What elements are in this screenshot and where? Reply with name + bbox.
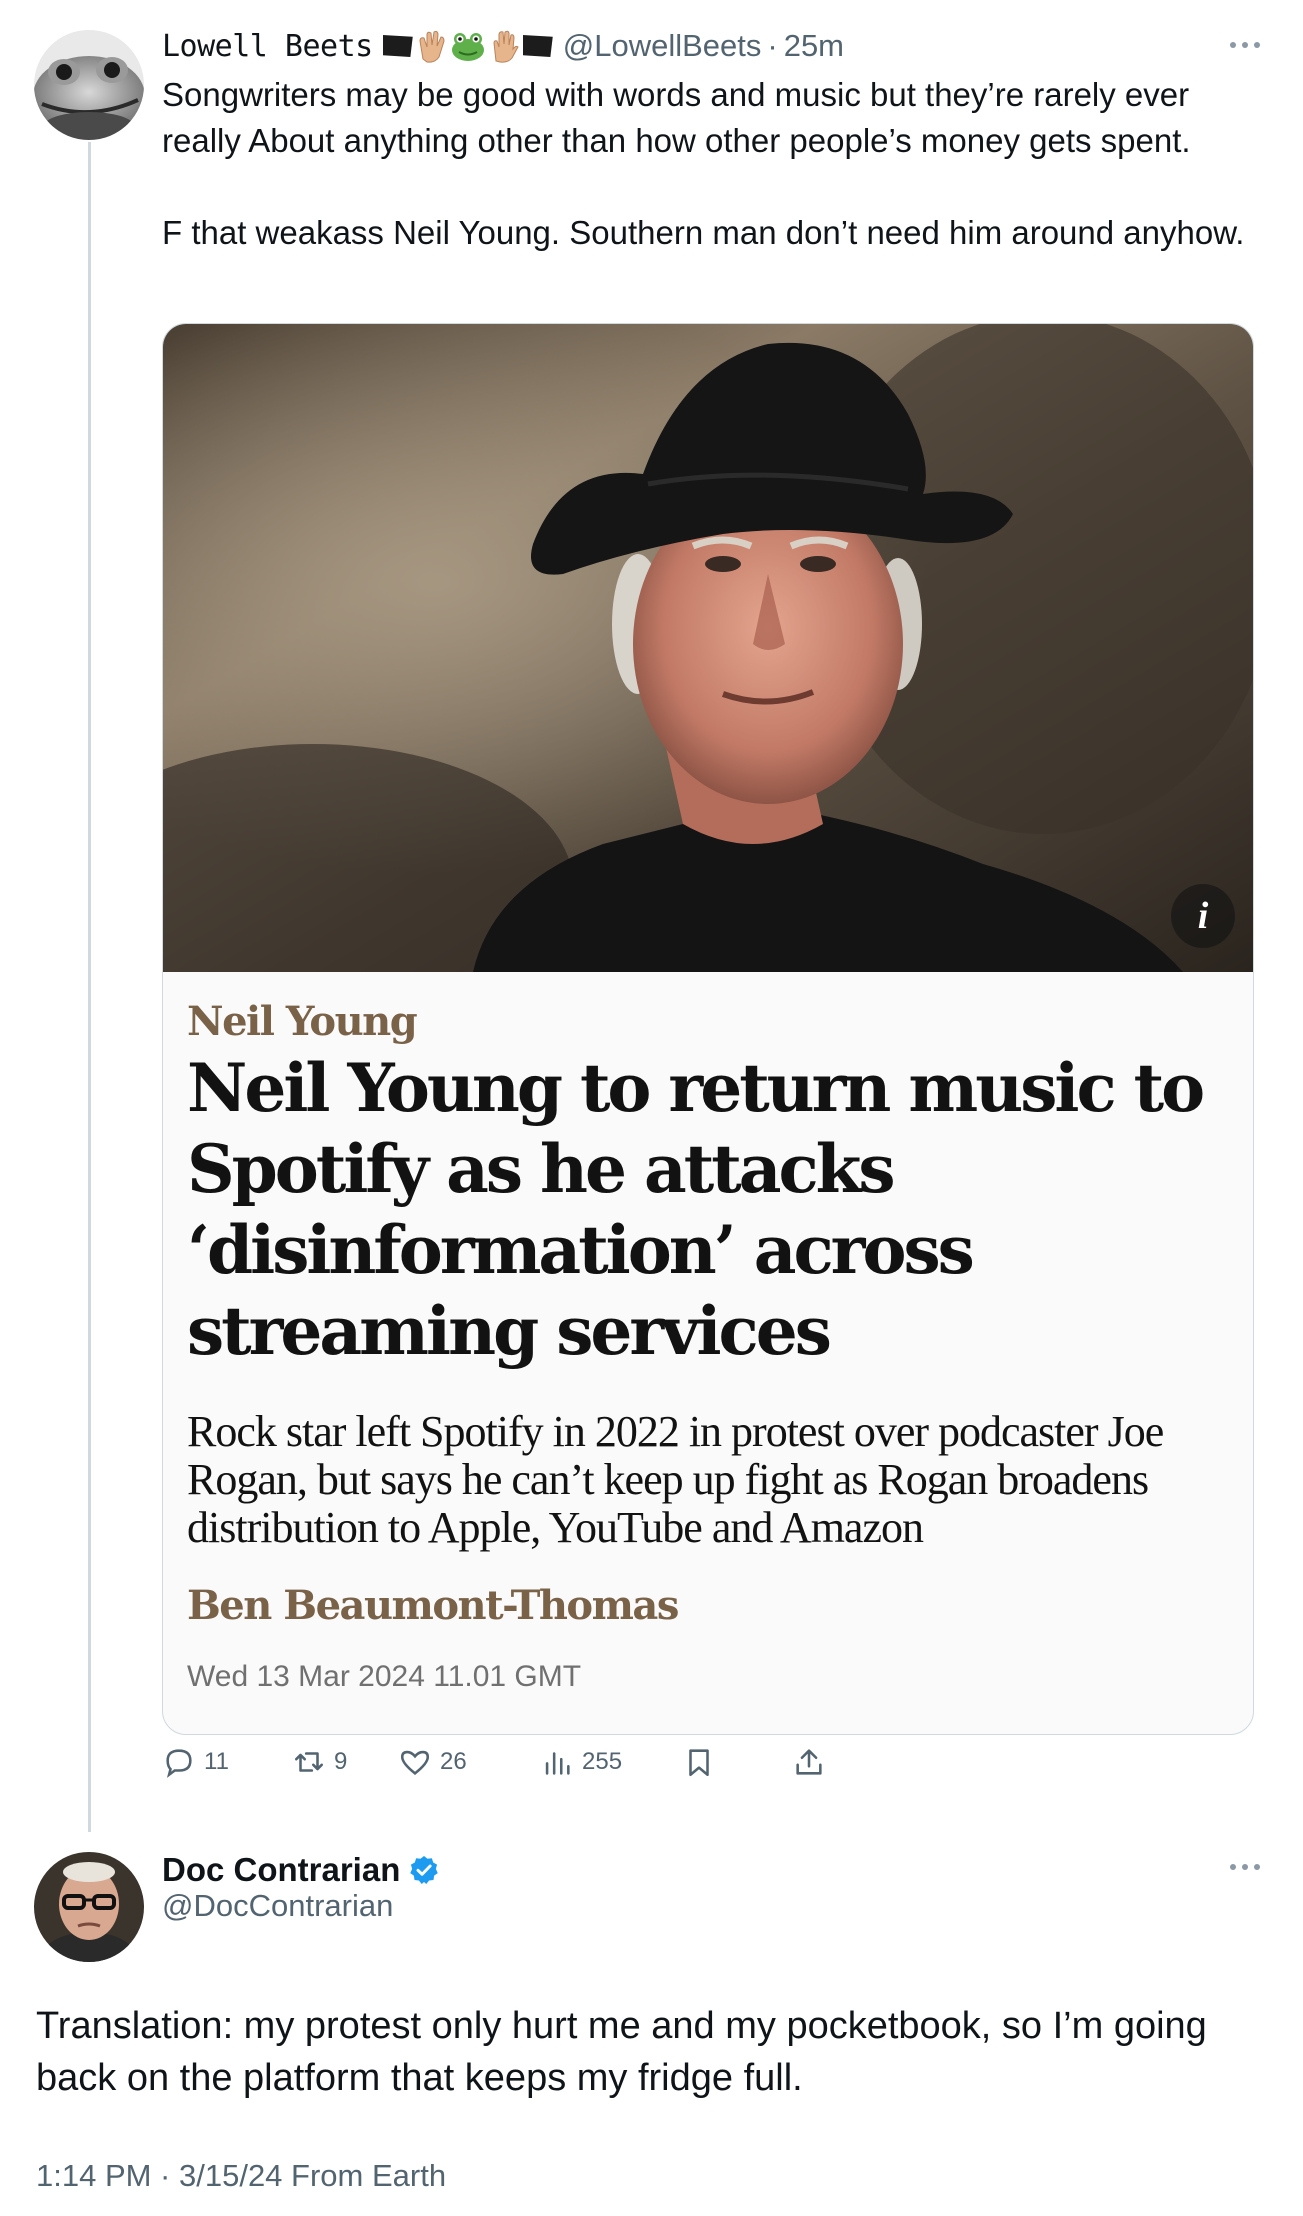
doc-contrarian-avatar[interactable] [34, 1852, 144, 1962]
like-button[interactable]: 26 [398, 1740, 467, 1784]
repost-icon [294, 1752, 324, 1772]
article-date: Wed 13 Mar 2024 11.01 GMT [187, 1660, 582, 1693]
frog-icon [451, 33, 484, 61]
lowell-beets-avatar[interactable] [34, 30, 144, 140]
verified-badge-icon [410, 1856, 439, 1884]
article-headline: Neil Young to return music to Spotify as… [187, 1049, 1205, 1370]
article-link-card[interactable]: i Neil Young Neil Young to return music … [162, 323, 1254, 1735]
thread-connector-line [88, 142, 91, 1832]
clapping-hands-icon [419, 30, 445, 63]
views-button[interactable]: 255 [540, 1740, 622, 1784]
views-chart-icon [545, 1752, 570, 1775]
article-kicker: Neil Young [187, 998, 418, 1045]
tweet2-display-name[interactable]: Doc Contrarian [162, 1851, 400, 1889]
bookmark-icon [689, 1749, 709, 1777]
share-icon [796, 1749, 822, 1775]
views-count: 255 [582, 1748, 623, 1775]
reply-icon [166, 1749, 192, 1778]
tweet1-header: Lowell Beets @LowellBeets · 25m [162, 24, 844, 68]
tweet1-handle[interactable]: @LowellBeets [563, 28, 762, 64]
tweet2-handle[interactable]: @DocContrarian [162, 1888, 393, 1924]
tweet1-timestamp[interactable]: 25m [784, 28, 844, 64]
repost-button[interactable]: 9 [292, 1740, 347, 1784]
tweet2-more-icon[interactable] [1230, 1864, 1260, 1872]
article-photo: i [163, 324, 1253, 972]
raised-hand-icon [493, 30, 519, 63]
tweet2-timestamp-source[interactable]: 1:14 PM · 3/15/24 From Earth [36, 2158, 446, 2194]
black-flag-icon [522, 35, 553, 57]
tweet2-text: Translation: my protest only hurt me and… [36, 2005, 1207, 2099]
article-standfirst: Rock star left Spotify in 2022 in protes… [187, 1407, 1164, 1552]
like-count: 26 [440, 1748, 467, 1775]
tweet1-more-icon[interactable] [1230, 42, 1260, 50]
repost-count: 9 [334, 1748, 348, 1775]
name-emoji-row [382, 29, 553, 63]
tweet1-text: Songwriters may be good with words and m… [162, 76, 1245, 251]
article-byline: Ben Beaumont-Thomas [187, 1582, 679, 1629]
tweet1-display-name[interactable]: Lowell Beets [162, 29, 373, 64]
tweet1-action-bar: 11 9 26 255 [162, 1740, 1162, 1784]
dot-separator: · [767, 28, 778, 63]
tweet2-name-row: Doc Contrarian [162, 1848, 440, 1892]
heart-icon [400, 1750, 430, 1775]
black-flag-icon [382, 35, 413, 57]
reply-count: 11 [204, 1748, 229, 1775]
image-info-icon[interactable]: i [1171, 884, 1235, 948]
bookmark-button[interactable] [682, 1740, 716, 1784]
reply-button[interactable]: 11 [162, 1740, 229, 1784]
share-button[interactable] [792, 1740, 826, 1784]
